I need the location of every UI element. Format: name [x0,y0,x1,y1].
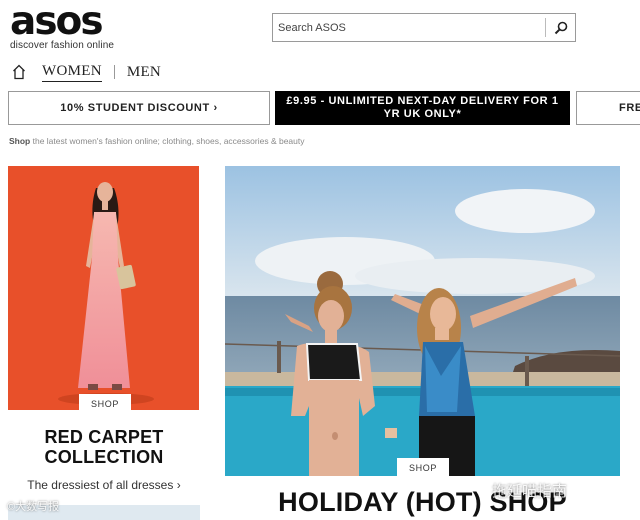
home-icon[interactable] [12,64,26,80]
watermark-left: ©大数写报 [7,501,60,513]
nav-divider [113,65,115,79]
search-button[interactable] [546,14,575,41]
logo-wordmark: asos [10,0,104,44]
search-icon [554,21,567,34]
logo-tagline: discover fashion online [10,40,115,51]
search-input[interactable] [273,21,545,34]
free-promo[interactable]: FRE [576,91,640,125]
nav-men[interactable]: MEN [127,64,161,81]
watermark-right: 拖延喵指南 [492,483,568,500]
search-bar [272,13,576,42]
intro-text: Shop the latest women's fashion online; … [9,136,305,146]
nav-women[interactable]: WOMEN [42,63,102,82]
red-carpet-title-line1: RED CARPET [44,427,164,447]
red-carpet-title: RED CARPET COLLECTION [8,427,200,467]
holiday-shop-photo [225,166,620,476]
red-carpet-subtitle-link[interactable]: The dressiest of all dresses › [8,478,200,492]
intro-rest: the latest women's fashion online; cloth… [30,136,305,146]
red-carpet-image[interactable] [8,166,199,410]
student-discount-promo[interactable]: 10% STUDENT DISCOUNT › [8,91,270,125]
red-carpet-photo [8,166,199,410]
holiday-shop-image[interactable] [225,166,620,476]
intro-bold: Shop [9,136,31,146]
gender-nav: WOMEN MEN [12,62,161,82]
delivery-promo[interactable]: £9.95 - UNLIMITED NEXT-DAY DELIVERY FOR … [275,91,570,125]
red-carpet-title-line2: COLLECTION [44,447,164,467]
holiday-shop-button[interactable]: SHOP [397,458,449,477]
red-carpet-shop-button[interactable]: SHOP [79,394,131,414]
asos-logo[interactable]: asos discover fashion online [10,0,120,51]
